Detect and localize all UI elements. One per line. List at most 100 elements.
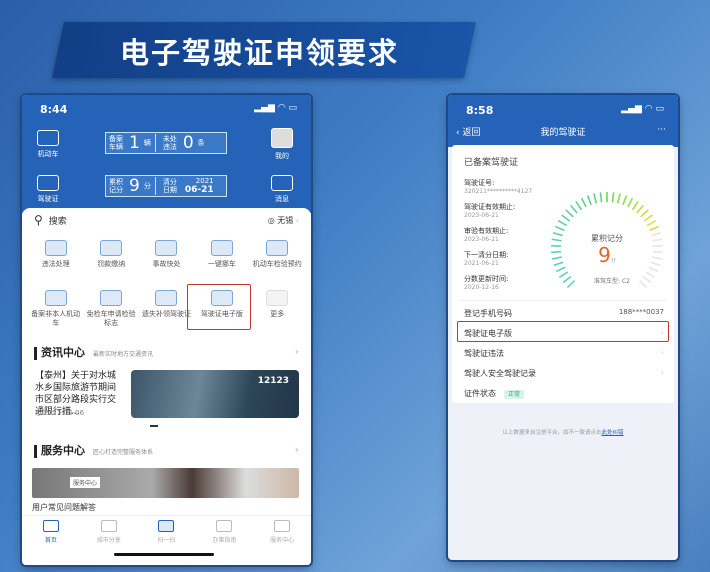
- vehicle-summary-box[interactable]: 备案车辆 1 辆 未处违法 0 条: [105, 132, 227, 154]
- grid-item[interactable]: 一键挪车: [194, 240, 249, 269]
- search-bar[interactable]: ⚲ 搜索 ◎ 无锡 ›: [34, 212, 299, 228]
- grid-item-label: 遗失补领驾驶证: [141, 310, 191, 318]
- gauge-tick: [640, 209, 649, 218]
- card-title: 已备案驾驶证: [464, 158, 519, 168]
- violations-count: 0: [182, 133, 194, 153]
- field-value: 2023-06-21: [464, 236, 499, 243]
- tab-service[interactable]: 服务中心: [253, 516, 311, 555]
- grid-item[interactable]: 免检车申请检验标志: [83, 290, 138, 328]
- tab-scan[interactable]: 扫一扫: [138, 516, 196, 555]
- gauge-tick: [561, 214, 571, 222]
- tab-home[interactable]: 首页: [22, 516, 80, 555]
- gauge-tick: [646, 219, 657, 227]
- status-icons: ▂▄▆ ◠ ▭: [254, 103, 297, 113]
- home-icon: [42, 520, 59, 532]
- violations-row[interactable]: 驾驶证违法 ›: [464, 348, 664, 359]
- status-time: 8:44: [40, 103, 68, 116]
- grid-item[interactable]: 机动车检验预约: [250, 240, 305, 269]
- service-grid-row-1: 违法处理 罚款缴纳 事故快处 一键挪车 机动车检验预约: [28, 240, 305, 269]
- registered-vehicles-count: 1: [129, 133, 140, 153]
- search-input[interactable]: 搜索: [49, 214, 67, 227]
- news-subtitle: 最新实时地方交通资讯: [93, 351, 154, 358]
- vehicle-label: 机动车: [37, 150, 59, 158]
- grid-item[interactable]: 罚款缴纳: [83, 240, 138, 269]
- service-icon: [100, 240, 123, 256]
- safe-driving-row[interactable]: 驾驶人安全驾驶记录 ›: [464, 368, 664, 379]
- city-selector[interactable]: ◎ 无锡 ›: [268, 215, 299, 226]
- news-image-text: 12123: [257, 376, 289, 386]
- grid-item[interactable]: 遗失补领驾驶证: [139, 290, 194, 328]
- gauge-tick: [627, 197, 634, 208]
- gauge-tick: [551, 250, 562, 254]
- message-button[interactable]: 消息: [262, 175, 302, 204]
- nav-title: 我的驾驶证: [540, 128, 586, 138]
- violations-label: 未处违法: [162, 135, 177, 151]
- service-icon: [100, 290, 123, 306]
- scan-icon: [158, 520, 175, 532]
- license-class: 准驾车型: C2: [594, 278, 630, 285]
- gauge-tick: [599, 192, 603, 203]
- correction-link[interactable]: 此处纠错: [602, 430, 624, 436]
- grid-item[interactable]: 违法处理: [28, 240, 83, 269]
- handshake-icon: [274, 520, 291, 532]
- status-row: 证件状态 正常: [464, 388, 664, 399]
- faq-link[interactable]: 用户常见问题解答: [32, 502, 96, 513]
- left-phone-home-screen: 8:44 ▂▄▆ ◠ ▭ 机动车 驾驶证 我的 消息 备案车辆 1 辆 未处违法 0 条…: [22, 95, 311, 565]
- license-button[interactable]: 驾驶证: [28, 175, 68, 204]
- gauge-tick: [551, 256, 563, 260]
- gauge-tick: [648, 266, 659, 273]
- phone-value: 188****0037: [618, 308, 664, 316]
- search-icon: ⚲: [34, 213, 43, 227]
- gauge-tick: [580, 197, 587, 208]
- grid-item-label: 备案非本人机动车: [31, 310, 81, 327]
- gauge-tick: [616, 193, 621, 204]
- highlight-box: [457, 321, 669, 342]
- gauge-tick: [651, 232, 662, 237]
- grid-item[interactable]: 备案非本人机动车: [28, 290, 83, 328]
- field-label: 分数更新时间:: [464, 275, 509, 283]
- banner-tag: 服务中心: [70, 477, 101, 488]
- field-label: 驾驶证有效期止:: [464, 203, 516, 211]
- grid-item[interactable]: 事故快处: [139, 240, 194, 269]
- field-label: 下一清分日期:: [464, 251, 509, 259]
- chevron-right-icon[interactable]: ›: [295, 443, 299, 456]
- more-menu-button[interactable]: ···: [657, 125, 666, 135]
- mine-label: 我的: [275, 152, 289, 160]
- news-image[interactable]: 12123: [131, 370, 299, 418]
- license-card: 已备案驾驶证 驾驶证号: 320211**********4127 驾驶证有效期止…: [452, 145, 674, 403]
- chevron-right-icon[interactable]: ›: [295, 345, 299, 358]
- mine-button[interactable]: 我的: [262, 128, 302, 161]
- tab-city-share[interactable]: 城市分享: [80, 516, 138, 555]
- tab-label: 首页: [44, 537, 57, 544]
- license-header: 8:58 ▂▄▆ ◠ ▭ ‹ 返回 我的驾驶证 ···: [448, 95, 678, 147]
- service-icon: [44, 240, 67, 256]
- tab-guide[interactable]: 办事指南: [195, 516, 253, 555]
- grid-item-label: 罚款缴纳: [97, 260, 126, 268]
- service-icon: [44, 290, 67, 306]
- status-icons: ▂▄▆ ◠ ▭: [621, 104, 664, 114]
- gauge-value: 9分: [598, 243, 616, 267]
- field-label: 驾驶证号:: [464, 179, 495, 187]
- gauge-tick: [652, 250, 663, 254]
- grid-item-more[interactable]: 更多: [250, 290, 305, 328]
- right-phone-license-screen: 8:58 ▂▄▆ ◠ ▭ ‹ 返回 我的驾驶证 ··· 已备案驾驶证 驾驶证号:…: [448, 95, 678, 560]
- vehicle-button[interactable]: 机动车: [28, 130, 68, 159]
- gauge-tick: [631, 200, 639, 211]
- points-summary-box[interactable]: 累积记分 9 分 清分日期 2021 06-21: [105, 175, 227, 197]
- car-icon: [37, 130, 59, 146]
- service-banner[interactable]: 服务中心: [32, 468, 299, 498]
- gauge-tick: [551, 238, 562, 242]
- more-icon: [266, 290, 289, 306]
- gauge-tick: [636, 204, 644, 214]
- gauge-tick: [649, 225, 660, 232]
- envelope-icon: [271, 175, 293, 191]
- grid-item-label: 事故快处: [152, 260, 181, 268]
- gauge-tick: [593, 193, 598, 204]
- gauge-tick: [570, 204, 578, 214]
- points-label: 累积记分: [109, 178, 123, 194]
- gauge-tick: [555, 266, 566, 273]
- service-icon: [155, 290, 178, 306]
- grid-item-label: 免检车申请检验标志: [86, 310, 136, 327]
- license-label: 驾驶证: [37, 195, 59, 203]
- city-label: 无锡: [277, 215, 294, 225]
